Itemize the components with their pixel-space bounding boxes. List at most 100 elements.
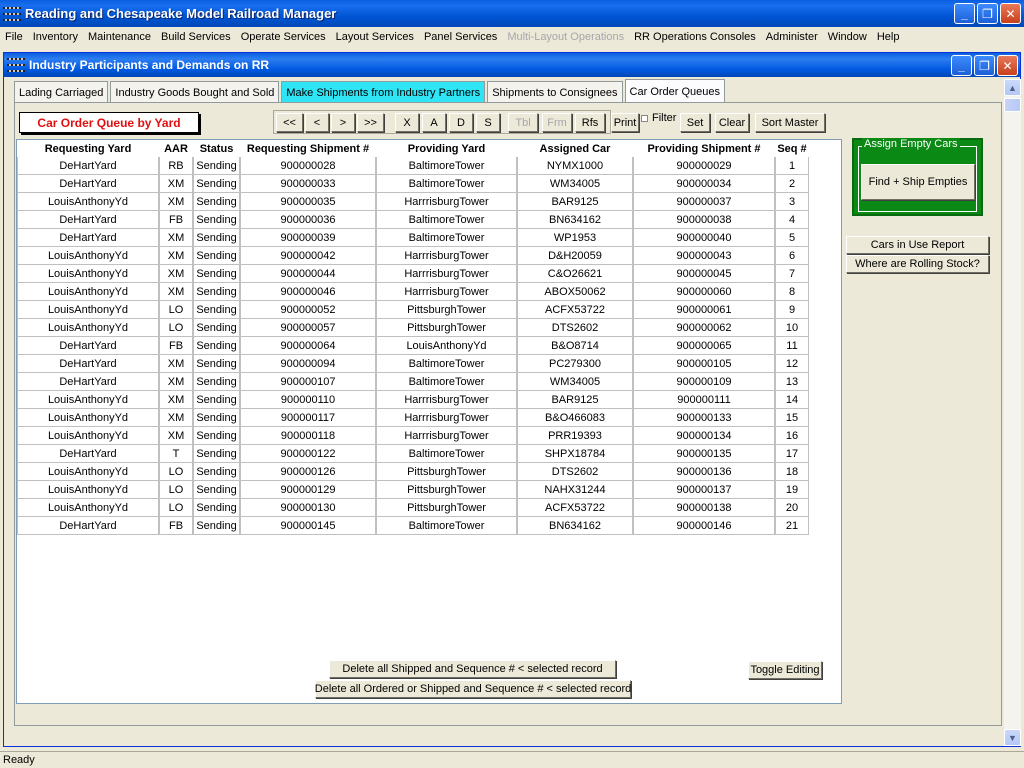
cell-requesting-yard[interactable]: LouisAnthonyYd	[17, 463, 159, 481]
cell-status[interactable]: Sending	[193, 409, 240, 427]
cell-assigned-car[interactable]: B&O466083	[517, 409, 633, 427]
find-ship-empties-button[interactable]: Find + Ship Empties	[861, 164, 975, 200]
cell-providing-yard[interactable]: HarrrisburgTower	[376, 193, 517, 211]
cell-seq[interactable]: 14	[775, 391, 809, 409]
restore-button[interactable]: ❐	[977, 3, 998, 24]
cell-requesting-yard[interactable]: LouisAnthonyYd	[17, 193, 159, 211]
cell-providing-yard[interactable]: HarrrisburgTower	[376, 409, 517, 427]
cell-seq[interactable]: 10	[775, 319, 809, 337]
cell-assigned-car[interactable]: PC279300	[517, 355, 633, 373]
delete-shipped-button[interactable]: Delete all Shipped and Sequence # < sele…	[329, 660, 616, 678]
cell-assigned-car[interactable]: DTS2602	[517, 319, 633, 337]
cell-status[interactable]: Sending	[193, 481, 240, 499]
cell-assigned-car[interactable]: BAR9125	[517, 391, 633, 409]
cell-providing-yard[interactable]: PittsburghTower	[376, 499, 517, 517]
cell-requesting-shipment[interactable]: 900000107	[240, 373, 376, 391]
cell-seq[interactable]: 11	[775, 337, 809, 355]
tab-shipments-to-consignees[interactable]: Shipments to Consignees	[487, 81, 623, 103]
table-row[interactable]: LouisAnthonyYd XM Sending 900000110 Harrrisb…	[17, 391, 841, 409]
cell-assigned-car[interactable]: WP1953	[517, 229, 633, 247]
x-button[interactable]: X	[395, 113, 419, 132]
cell-seq[interactable]: 20	[775, 499, 809, 517]
cell-status[interactable]: Sending	[193, 373, 240, 391]
cell-status[interactable]: Sending	[193, 211, 240, 229]
scroll-down-arrow-icon[interactable]: ▼	[1004, 729, 1021, 746]
filter-checkbox[interactable]	[641, 115, 648, 122]
minimize-button[interactable]: _	[954, 3, 975, 24]
cell-assigned-car[interactable]: PRR19393	[517, 427, 633, 445]
cell-providing-shipment[interactable]: 900000135	[633, 445, 775, 463]
cell-requesting-yard[interactable]: DeHartYard	[17, 229, 159, 247]
cell-seq[interactable]: 9	[775, 301, 809, 319]
cell-requesting-shipment[interactable]: 900000094	[240, 355, 376, 373]
rolling-stock-button[interactable]: Where are Rolling Stock?	[846, 255, 989, 273]
delete-ordered-or-shipped-button[interactable]: Delete all Ordered or Shipped and Sequen…	[315, 680, 631, 698]
cell-status[interactable]: Sending	[193, 229, 240, 247]
cell-providing-yard[interactable]: BaltimoreTower	[376, 373, 517, 391]
menu-window[interactable]: Window	[823, 31, 872, 43]
child-close-button[interactable]: ✕	[997, 55, 1018, 76]
table-row[interactable]: LouisAnthonyYd LO Sending 900000129 Pittsbur…	[17, 481, 841, 499]
table-row[interactable]: LouisAnthonyYd LO Sending 900000052 Pittsbur…	[17, 301, 841, 319]
cell-assigned-car[interactable]: C&O26621	[517, 265, 633, 283]
next-record-button[interactable]: >	[331, 113, 355, 132]
table-row[interactable]: LouisAnthonyYd LO Sending 900000057 Pittsbur…	[17, 319, 841, 337]
cell-assigned-car[interactable]: ABOX50062	[517, 283, 633, 301]
cell-providing-shipment[interactable]: 900000061	[633, 301, 775, 319]
cell-requesting-shipment[interactable]: 900000039	[240, 229, 376, 247]
cell-requesting-yard[interactable]: LouisAnthonyYd	[17, 481, 159, 499]
cell-seq[interactable]: 3	[775, 193, 809, 211]
cell-aar[interactable]: XM	[159, 391, 193, 409]
cell-requesting-yard[interactable]: LouisAnthonyYd	[17, 319, 159, 337]
cell-assigned-car[interactable]: NYMX1000	[517, 157, 633, 175]
cell-seq[interactable]: 16	[775, 427, 809, 445]
cell-providing-shipment[interactable]: 900000029	[633, 157, 775, 175]
cell-providing-yard[interactable]: HarrrisburgTower	[376, 265, 517, 283]
cell-requesting-yard[interactable]: DeHartYard	[17, 175, 159, 193]
menu-layout-services[interactable]: Layout Services	[331, 31, 419, 43]
cell-providing-yard[interactable]: LouisAnthonyYd	[376, 337, 517, 355]
cell-aar[interactable]: XM	[159, 247, 193, 265]
cell-providing-yard[interactable]: HarrrisburgTower	[376, 391, 517, 409]
cell-providing-shipment[interactable]: 900000137	[633, 481, 775, 499]
menu-build-services[interactable]: Build Services	[156, 31, 236, 43]
cell-requesting-yard[interactable]: LouisAnthonyYd	[17, 427, 159, 445]
table-row[interactable]: LouisAnthonyYd XM Sending 900000118 Harrrisb…	[17, 427, 841, 445]
child-maximize-button[interactable]: ❐	[974, 55, 995, 76]
menu-operate-services[interactable]: Operate Services	[236, 31, 331, 43]
cell-providing-yard[interactable]: PittsburghTower	[376, 463, 517, 481]
cell-requesting-yard[interactable]: LouisAnthonyYd	[17, 247, 159, 265]
table-row[interactable]: LouisAnthonyYd XM Sending 900000035 Harrrisb…	[17, 193, 841, 211]
cell-requesting-shipment[interactable]: 900000126	[240, 463, 376, 481]
column-header-assigned-car[interactable]: Assigned Car	[517, 140, 633, 157]
column-header-providing-yard[interactable]: Providing Yard	[376, 140, 517, 157]
cell-status[interactable]: Sending	[193, 265, 240, 283]
cell-providing-yard[interactable]: HarrrisburgTower	[376, 247, 517, 265]
cell-seq[interactable]: 21	[775, 517, 809, 535]
cell-requesting-yard[interactable]: LouisAnthonyYd	[17, 283, 159, 301]
table-row[interactable]: DeHartYard XM Sending 900000094 BaltimoreTow…	[17, 355, 841, 373]
print-button[interactable]: Print	[611, 113, 639, 132]
cell-providing-shipment[interactable]: 900000040	[633, 229, 775, 247]
menu-administer[interactable]: Administer	[761, 31, 823, 43]
cell-providing-shipment[interactable]: 900000043	[633, 247, 775, 265]
vertical-scrollbar[interactable]: ▲ ▼	[1004, 79, 1021, 746]
cell-aar[interactable]: XM	[159, 283, 193, 301]
cell-aar[interactable]: LO	[159, 319, 193, 337]
cell-status[interactable]: Sending	[193, 337, 240, 355]
cell-seq[interactable]: 6	[775, 247, 809, 265]
column-header-requesting-yard[interactable]: Requesting Yard	[17, 140, 159, 157]
cell-providing-yard[interactable]: PittsburghTower	[376, 301, 517, 319]
cell-status[interactable]: Sending	[193, 247, 240, 265]
cell-aar[interactable]: XM	[159, 265, 193, 283]
form-view-button[interactable]: Frm	[542, 113, 572, 132]
cell-requesting-shipment[interactable]: 900000110	[240, 391, 376, 409]
cell-status[interactable]: Sending	[193, 157, 240, 175]
column-header-aar[interactable]: AAR	[159, 140, 193, 157]
cell-status[interactable]: Sending	[193, 499, 240, 517]
cell-providing-shipment[interactable]: 900000111	[633, 391, 775, 409]
tab-make-shipments-from-industry-partners[interactable]: Make Shipments from Industry Partners	[281, 81, 486, 103]
cell-providing-yard[interactable]: HarrrisburgTower	[376, 427, 517, 445]
cell-requesting-shipment[interactable]: 900000057	[240, 319, 376, 337]
cell-providing-shipment[interactable]: 900000045	[633, 265, 775, 283]
